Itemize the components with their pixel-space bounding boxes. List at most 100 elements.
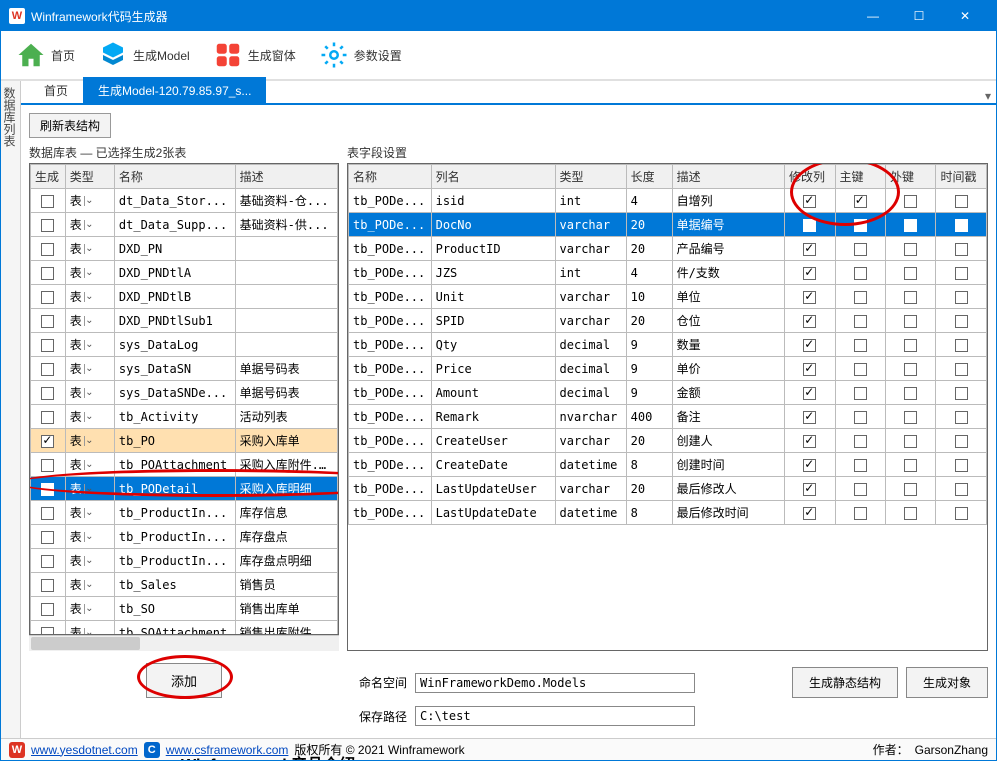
gen-static-button[interactable]: 生成静态结构 <box>792 667 898 698</box>
col-ftype[interactable]: 类型 <box>555 165 626 189</box>
checkbox[interactable] <box>41 387 54 400</box>
table-row[interactable]: tb_PODe...Pricedecimal9单价 <box>349 357 987 381</box>
checkbox[interactable] <box>41 459 54 472</box>
table-row[interactable]: 表DXD_PNDtlA <box>31 261 338 285</box>
gen-object-button[interactable]: 生成对象 <box>906 667 988 698</box>
checkbox[interactable] <box>854 291 867 304</box>
checkbox[interactable] <box>854 363 867 376</box>
table-row[interactable]: tb_PODe...DocNovarchar20单据编号 <box>349 213 987 237</box>
table-row[interactable]: tb_PODe...Unitvarchar10单位 <box>349 285 987 309</box>
table-row[interactable]: 表tb_ProductIn...库存盘点明细 <box>31 549 338 573</box>
checkbox[interactable] <box>41 363 54 376</box>
checkbox[interactable] <box>803 195 816 208</box>
table-row[interactable]: 表sys_DataSN单据号码表 <box>31 357 338 381</box>
checkbox[interactable] <box>955 339 968 352</box>
checkbox[interactable] <box>803 435 816 448</box>
tab-model[interactable]: 生成Model-120.79.85.97_s... <box>83 77 266 103</box>
col-fmod[interactable]: 修改列 <box>785 165 835 189</box>
ns-input[interactable] <box>415 673 695 693</box>
checkbox[interactable] <box>41 339 54 352</box>
checkbox[interactable] <box>904 483 917 496</box>
col-fts[interactable]: 时间戳 <box>936 165 987 189</box>
chevron-down-icon[interactable] <box>84 196 94 206</box>
checkbox[interactable] <box>904 243 917 256</box>
checkbox[interactable] <box>41 243 54 256</box>
checkbox[interactable] <box>854 459 867 472</box>
checkbox[interactable] <box>904 219 917 232</box>
chevron-down-icon[interactable] <box>84 268 94 278</box>
checkbox[interactable] <box>854 483 867 496</box>
maximize-button[interactable]: ☐ <box>896 1 942 31</box>
checkbox[interactable] <box>803 459 816 472</box>
chevron-down-icon[interactable] <box>84 532 94 542</box>
checkbox[interactable] <box>854 195 867 208</box>
refresh-button[interactable]: 刷新表结构 <box>29 113 111 138</box>
col-ffk[interactable]: 外键 <box>885 165 935 189</box>
checkbox[interactable] <box>803 483 816 496</box>
checkbox[interactable] <box>854 339 867 352</box>
chevron-down-icon[interactable] <box>84 292 94 302</box>
checkbox[interactable] <box>803 267 816 280</box>
settings-button[interactable]: 参数设置 <box>310 35 410 75</box>
checkbox[interactable] <box>854 267 867 280</box>
chevron-down-icon[interactable] <box>84 556 94 566</box>
table-row[interactable]: 表tb_ProductIn...库存信息 <box>31 501 338 525</box>
checkbox[interactable] <box>904 387 917 400</box>
table-row[interactable]: tb_PODe...SPIDvarchar20仓位 <box>349 309 987 333</box>
table-row[interactable]: 表tb_PODetail采购入库明细 <box>31 477 338 501</box>
checkbox[interactable] <box>803 411 816 424</box>
chevron-down-icon[interactable] <box>84 508 94 518</box>
checkbox[interactable] <box>41 291 54 304</box>
table-row[interactable]: tb_PODe...Remarknvarchar400备注 <box>349 405 987 429</box>
table-row[interactable]: 表tb_SOAttachment销售出库附件... <box>31 621 338 636</box>
table-row[interactable]: tb_PODe...Qtydecimal9数量 <box>349 333 987 357</box>
checkbox[interactable] <box>904 363 917 376</box>
checkbox[interactable] <box>955 411 968 424</box>
chevron-down-icon[interactable] <box>84 628 94 636</box>
chevron-down-icon[interactable] <box>84 316 94 326</box>
chevron-down-icon[interactable] <box>84 436 94 446</box>
checkbox[interactable] <box>41 555 54 568</box>
checkbox[interactable] <box>955 267 968 280</box>
table-row[interactable]: 表DXD_PNDtlB <box>31 285 338 309</box>
checkbox[interactable] <box>803 339 816 352</box>
minimize-button[interactable]: — <box>850 1 896 31</box>
checkbox[interactable] <box>803 363 816 376</box>
checkbox[interactable] <box>955 459 968 472</box>
table-row[interactable]: tb_PODe...isidint4自增列 <box>349 189 987 213</box>
chevron-down-icon[interactable] <box>84 412 94 422</box>
home-button[interactable]: 首页 <box>7 35 83 75</box>
fields-grid[interactable]: 名称 列名 类型 长度 描述 修改列 主键 外键 时间戳 <box>347 163 988 651</box>
checkbox[interactable] <box>803 507 816 520</box>
checkbox[interactable] <box>803 243 816 256</box>
checkbox[interactable] <box>41 219 54 232</box>
add-button[interactable]: 添加 <box>146 663 222 698</box>
checkbox[interactable] <box>854 315 867 328</box>
checkbox[interactable] <box>955 243 968 256</box>
checkbox[interactable] <box>904 339 917 352</box>
table-row[interactable]: tb_PODe...CreateUservarchar20创建人 <box>349 429 987 453</box>
checkbox[interactable] <box>904 315 917 328</box>
checkbox[interactable] <box>955 195 968 208</box>
table-row[interactable]: 表tb_PO采购入库单 <box>31 429 338 453</box>
checkbox[interactable] <box>904 291 917 304</box>
checkbox[interactable] <box>955 435 968 448</box>
checkbox[interactable] <box>41 531 54 544</box>
chevron-down-icon[interactable] <box>84 340 94 350</box>
checkbox[interactable] <box>955 363 968 376</box>
checkbox[interactable] <box>803 291 816 304</box>
checkbox[interactable] <box>41 435 54 448</box>
table-row[interactable]: tb_PODe...LastUpdateDatedatetime8最后修改时间 <box>349 501 987 525</box>
table-row[interactable]: tb_PODe...ProductIDvarchar20产品编号 <box>349 237 987 261</box>
checkbox[interactable] <box>41 603 54 616</box>
checkbox[interactable] <box>803 387 816 400</box>
checkbox[interactable] <box>854 387 867 400</box>
checkbox[interactable] <box>955 291 968 304</box>
table-row[interactable]: tb_PODe...CreateDatedatetime8创建时间 <box>349 453 987 477</box>
col-desc[interactable]: 描述 <box>235 165 337 189</box>
checkbox[interactable] <box>904 411 917 424</box>
checkbox[interactable] <box>41 267 54 280</box>
checkbox[interactable] <box>904 507 917 520</box>
checkbox[interactable] <box>41 411 54 424</box>
table-row[interactable]: 表tb_Activity活动列表 <box>31 405 338 429</box>
